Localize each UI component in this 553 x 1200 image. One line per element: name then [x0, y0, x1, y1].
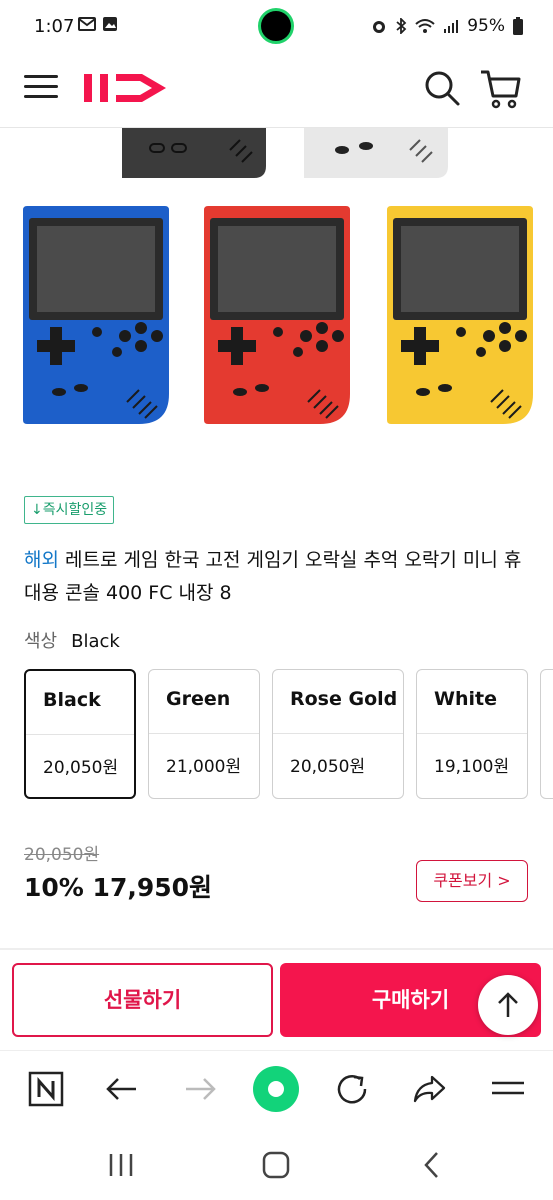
- bluetooth-icon: [396, 18, 407, 34]
- home-icon[interactable]: [261, 1150, 291, 1180]
- gallery-icon: [103, 17, 117, 31]
- option-divider: [273, 733, 403, 734]
- refresh-icon[interactable]: [332, 1069, 372, 1109]
- overseas-label: 해외: [24, 549, 59, 571]
- console-red: [204, 206, 350, 424]
- home-circle-icon[interactable]: [252, 1065, 300, 1113]
- option-card-green[interactable]: Green 21,000원: [148, 669, 260, 799]
- option-price: 20,050원: [43, 758, 119, 778]
- instant-discount-badge: ↓즉시할인중: [24, 496, 115, 524]
- option-name: Black: [43, 689, 101, 711]
- naver-icon[interactable]: [26, 1069, 66, 1109]
- back-arrow-icon[interactable]: [102, 1069, 142, 1109]
- color-options: Black 20,050원 Green 21,000원 Rose Gold 20…: [24, 669, 553, 801]
- section-divider: [0, 948, 553, 950]
- product-image[interactable]: [0, 128, 553, 448]
- option-card-partial[interactable]: [540, 669, 553, 799]
- option-divider: [26, 734, 134, 735]
- option-price: 19,100원: [434, 757, 510, 777]
- option-label: 색상 Black: [24, 627, 120, 653]
- sale-price: 10% 17,950원: [24, 873, 213, 902]
- original-price: 20,050원: [24, 845, 100, 865]
- battery-percent: 95%: [467, 16, 505, 36]
- arrow-up-icon: [498, 992, 518, 1017]
- option-card-black[interactable]: Black 20,050원: [24, 669, 136, 799]
- console-blue: [23, 206, 169, 424]
- option-divider: [149, 733, 259, 734]
- 11st-logo[interactable]: [82, 64, 174, 110]
- option-divider: [417, 733, 527, 734]
- forward-arrow-icon[interactable]: [180, 1069, 220, 1109]
- notification-icons: [78, 16, 118, 32]
- option-price: 20,050원: [290, 757, 366, 777]
- battery-icon: [513, 17, 523, 35]
- app-header: [0, 56, 553, 128]
- option-name: Rose Gold: [290, 688, 398, 710]
- status-right: 95%: [371, 16, 523, 36]
- system-navigation: [0, 1128, 553, 1200]
- alarm-icon: [373, 21, 386, 33]
- share-icon[interactable]: [410, 1069, 450, 1109]
- cart-icon[interactable]: [478, 66, 522, 110]
- gmail-icon: [78, 17, 96, 31]
- option-key: 색상: [24, 631, 58, 652]
- option-selected-value: Black: [71, 631, 120, 652]
- console-white: [304, 128, 448, 178]
- signal-icon: [444, 20, 459, 33]
- coupon-button[interactable]: 쿠폰보기 >: [416, 860, 528, 902]
- search-icon[interactable]: [422, 68, 462, 108]
- option-card-white[interactable]: White 19,100원: [416, 669, 528, 799]
- camera-cutout: [258, 8, 294, 44]
- status-bar: 1:07 95%: [0, 0, 553, 56]
- option-name: White: [434, 688, 497, 710]
- product-title-text: 레트로 게임 한국 고전 게임기 오락실 추억 오락기 미니 휴대용 콘솔 40…: [24, 549, 522, 604]
- option-name: Green: [166, 688, 231, 710]
- option-card-rose-gold[interactable]: Rose Gold 20,050원: [272, 669, 404, 799]
- menu-icon[interactable]: [488, 1069, 528, 1109]
- status-time: 1:07: [34, 16, 75, 37]
- console-yellow: [387, 206, 533, 424]
- product-title: 해외 레트로 게임 한국 고전 게임기 오락실 추억 오락기 미니 휴대용 콘솔…: [24, 544, 529, 610]
- menu-icon[interactable]: [24, 70, 58, 104]
- console-black: [122, 128, 266, 178]
- recent-apps-icon[interactable]: [106, 1150, 136, 1180]
- gift-button[interactable]: 선물하기: [12, 963, 273, 1037]
- back-icon[interactable]: [417, 1150, 447, 1180]
- browser-toolbar: [0, 1050, 553, 1128]
- option-price: 21,000원: [166, 757, 242, 777]
- product-photo: [23, 128, 533, 424]
- scroll-top-button[interactable]: [478, 975, 538, 1035]
- wifi-icon: [415, 19, 435, 33]
